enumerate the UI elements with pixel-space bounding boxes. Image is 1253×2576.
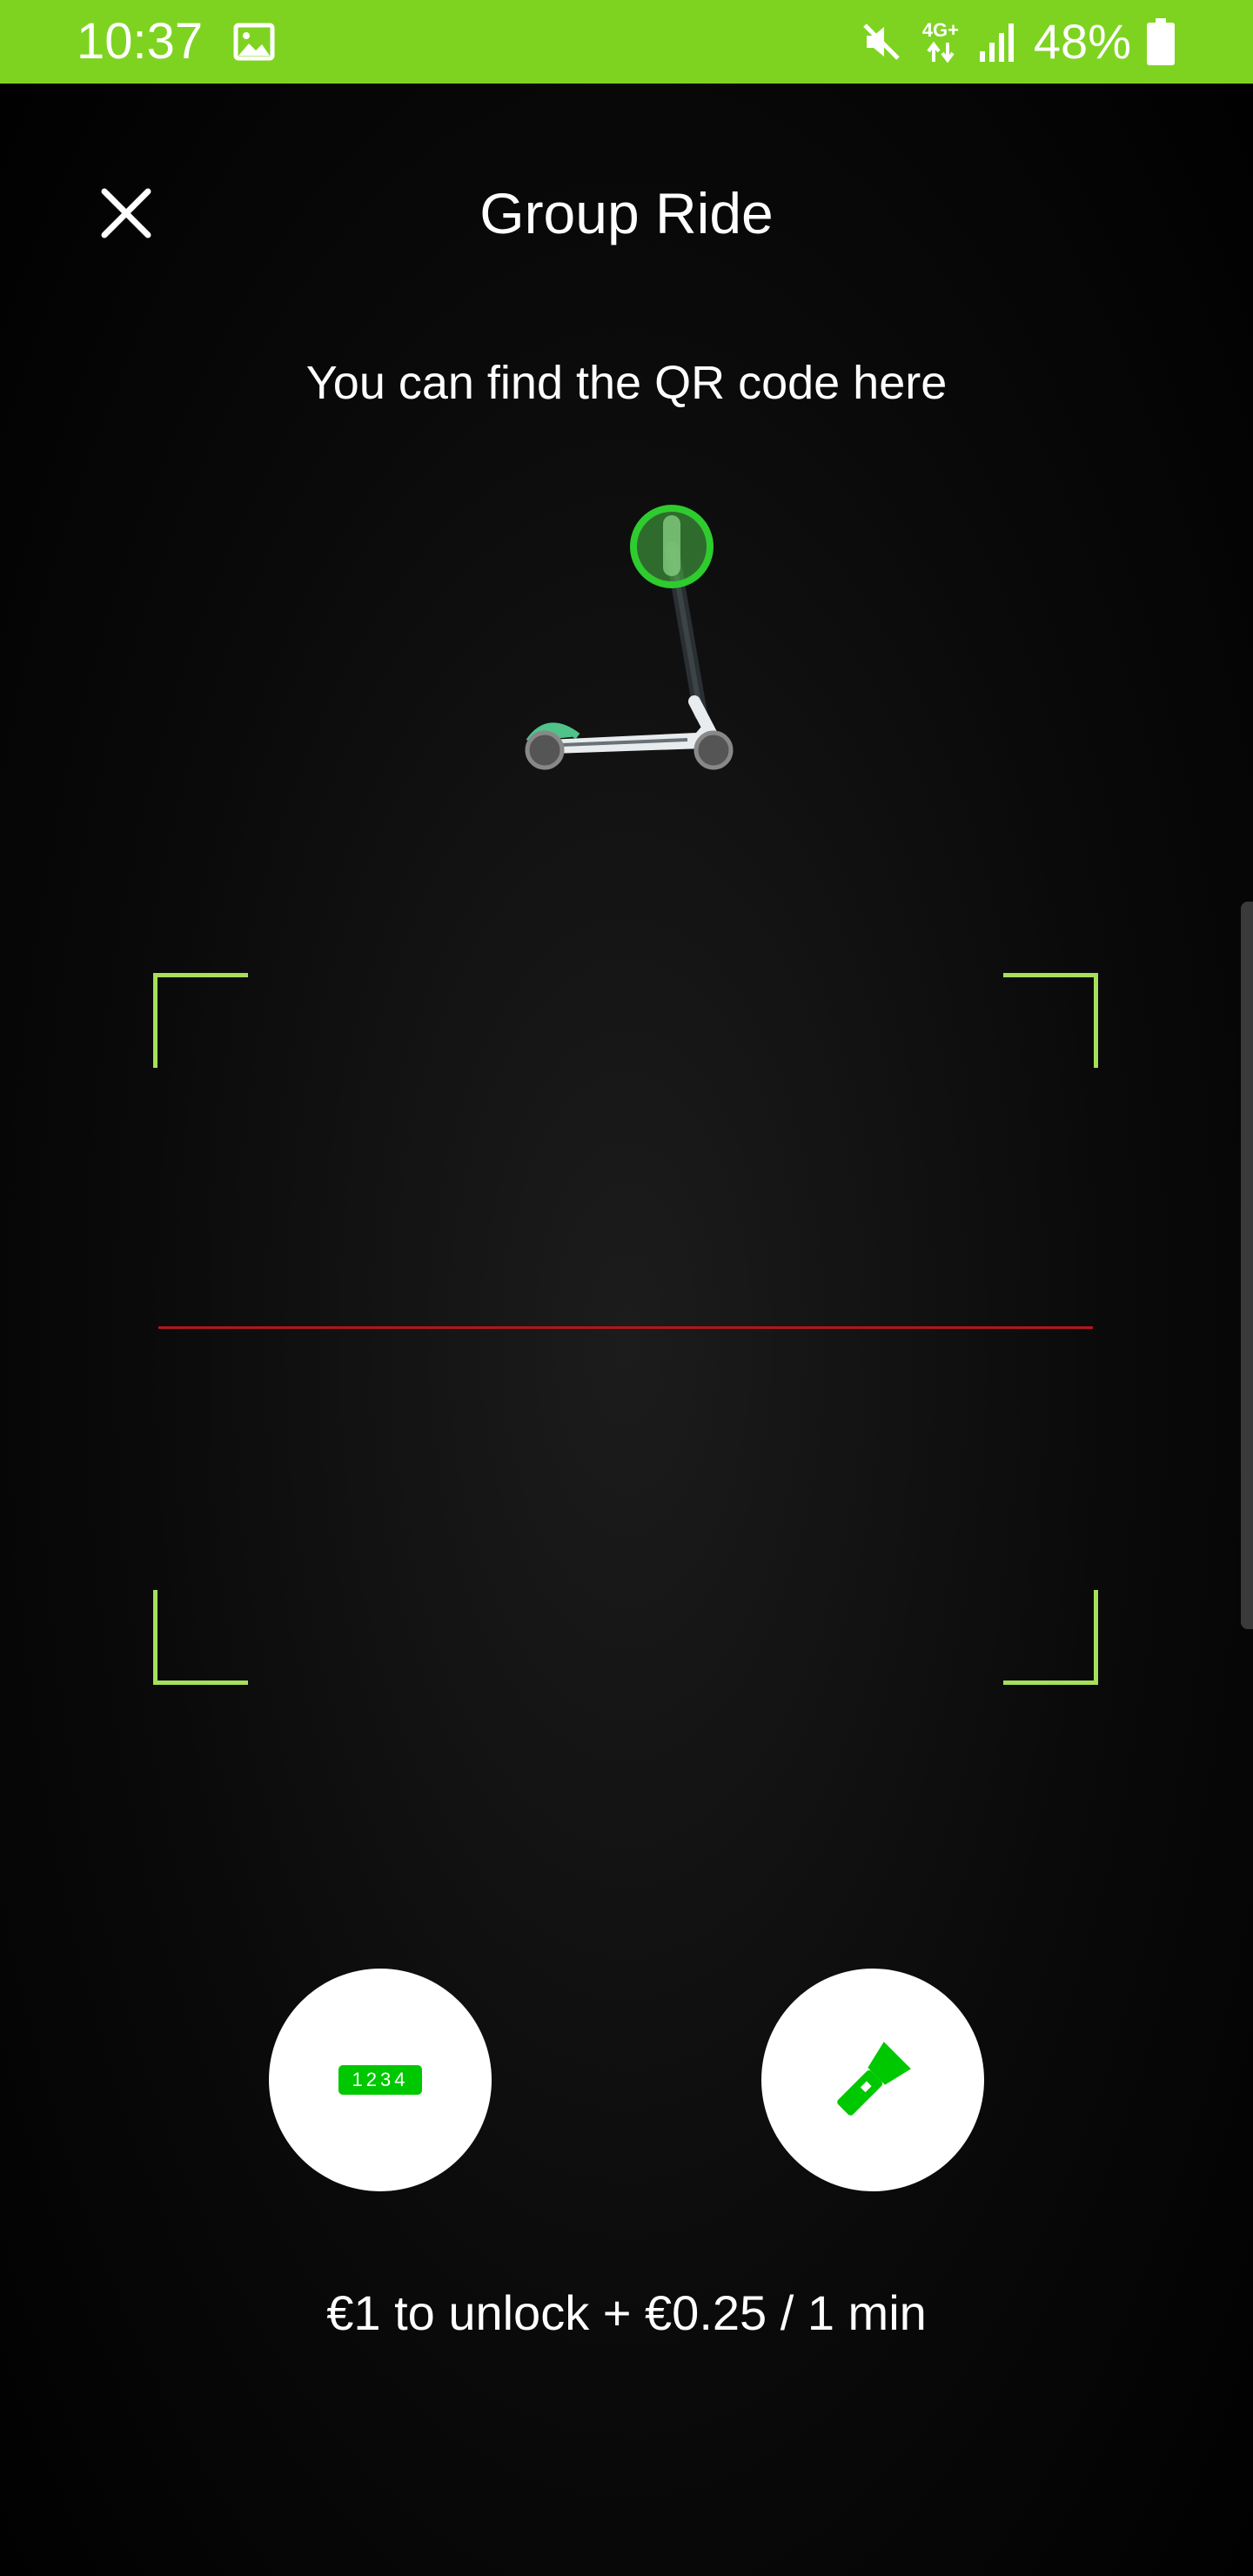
- status-bar: 10:37 4G+ 48%: [0, 0, 1253, 84]
- viewfinder-corner-bottom-left: [153, 1590, 248, 1685]
- viewfinder-corner-top-left: [153, 973, 248, 1068]
- viewfinder-corner-top-right: [1003, 973, 1098, 1068]
- battery-icon: [1147, 18, 1175, 65]
- enter-code-button[interactable]: 1234: [269, 1969, 492, 2191]
- data-arrows-icon: [927, 41, 955, 64]
- page-title: Group Ride: [479, 181, 774, 245]
- battery-percent: 48%: [1033, 14, 1131, 69]
- qr-scanner-viewfinder: [153, 973, 1098, 1685]
- scan-line: [158, 1326, 1093, 1329]
- flashlight-icon: [837, 2042, 911, 2116]
- status-icons: 4G+ 48%: [860, 12, 1175, 71]
- signal-icon: [979, 23, 1014, 62]
- code-badge-text: 1234: [352, 2069, 409, 2090]
- status-time: 10:37: [77, 13, 204, 70]
- edge-panel-handle[interactable]: [1241, 902, 1253, 1629]
- flashlight-button[interactable]: [761, 1969, 984, 2191]
- pricing-info: €1 to unlock + €0.25 / 1 min: [326, 2285, 927, 2340]
- keypad-code-icon: 1234: [338, 2065, 422, 2095]
- network-indicator: 4G+: [919, 20, 962, 64]
- mute-icon: [863, 23, 900, 60]
- scooter-illustration: [525, 505, 734, 770]
- qr-scan-screen: 10:37 4G+ 48% Group Ride You can find th…: [0, 0, 1253, 2576]
- network-label: 4G+: [921, 19, 959, 41]
- viewfinder-corner-bottom-right: [1003, 1590, 1098, 1685]
- gallery-notification-icon: [233, 23, 275, 61]
- qr-location-hint: You can find the QR code here: [305, 357, 948, 409]
